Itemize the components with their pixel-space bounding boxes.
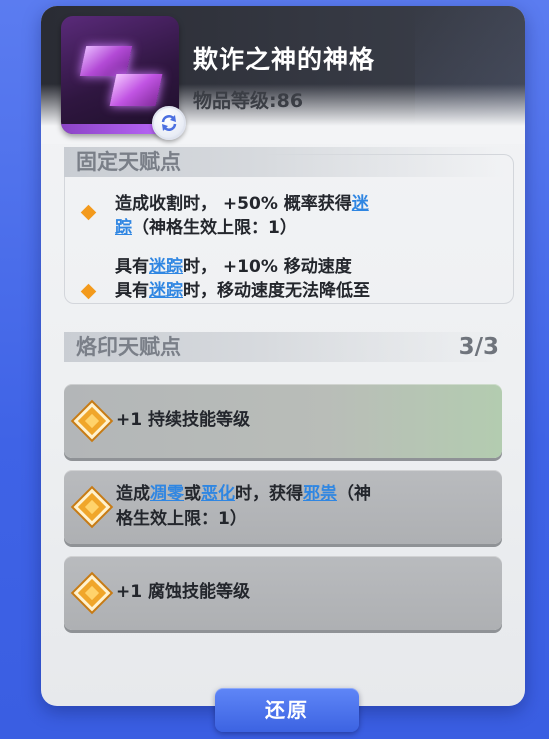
text-segment: 造成 [116,484,150,504]
talent-node-icon [73,402,111,440]
talent-node-icon [73,574,111,612]
text-segment: 具有 [115,257,149,277]
text-segment: 造成收割时， +50% 概率获得 [115,194,352,214]
text-segment: 具有 [115,281,149,301]
talent-card-2[interactable]: 造成凋零或恶化时，获得邪祟（神 格生效上限：1） [64,470,502,544]
talent-card-text: +1 持续技能等级 [116,408,250,433]
keyword-link[interactable]: 凋零 [150,484,184,504]
item-level: 物品等级:86 [193,90,304,112]
keyword-link[interactable]: 恶化 [201,484,235,504]
keyword-link[interactable]: 踪 [115,218,132,238]
keyword-link[interactable]: 邪祟 [303,484,337,504]
text-line: 格生效上限：1） [116,507,371,532]
item-title: 欺诈之神的神格 [193,45,376,74]
branded-talents-heading: 烙印天赋点 [64,332,504,362]
text-segment: 时，获得 [235,484,303,504]
talent-card-text: 造成凋零或恶化时，获得邪祟（神 格生效上限：1） [116,482,371,532]
text-segment: 时， +10% 移动速度 [183,257,352,277]
text-segment: 时，移动速度无法降低至 [183,281,370,301]
talent-panel: 欺诈之神的神格 物品等级:86 固定天赋点 造成收割时， +50% 概率获得迷踪… [41,6,525,706]
text-line: 造成凋零或恶化时，获得邪祟（神 [116,482,371,507]
text-line: 具有迷踪时，移动速度无法降低至 [115,279,435,303]
text-segment: （神格生效上限：1） [132,218,297,238]
text-segment: （神 [337,484,371,504]
text-segment: +1 腐蚀技能等级 [116,582,250,602]
reset-button[interactable]: 还原 [215,688,359,732]
keyword-link[interactable]: 迷 [352,194,369,214]
talent-card-1[interactable]: +1 持续技能等级 [64,384,502,458]
keyword-link[interactable]: 迷踪 [149,281,183,301]
text-line: +1 持续技能等级 [116,408,250,433]
fixed-talent-entry: 具有迷踪时， +10% 移动速度 具有迷踪时，移动速度无法降低至 [115,255,435,303]
text-segment: 格生效上限：1） [116,509,247,529]
talent-node-icon [73,488,111,526]
text-line: 具有迷踪时， +10% 移动速度 [115,255,435,279]
keyword-link[interactable]: 迷踪 [149,257,183,277]
talent-card-text: +1 腐蚀技能等级 [116,580,250,605]
fixed-talent-entry: 造成收割时， +50% 概率获得迷 踪（神格生效上限：1） [115,192,435,240]
text-line: 踪（神格生效上限：1） [115,216,435,240]
swap-icon[interactable] [152,106,186,140]
fixed-talents-heading: 固定天赋点 [64,147,504,177]
text-line: 造成收割时， +50% 概率获得迷 [115,192,435,216]
text-line: +1 腐蚀技能等级 [116,580,250,605]
talent-card-3[interactable]: +1 腐蚀技能等级 [64,556,502,630]
branded-talent-count: 3/3 [458,334,499,360]
text-segment: 或 [184,484,201,504]
text-segment: +1 持续技能等级 [116,410,250,430]
